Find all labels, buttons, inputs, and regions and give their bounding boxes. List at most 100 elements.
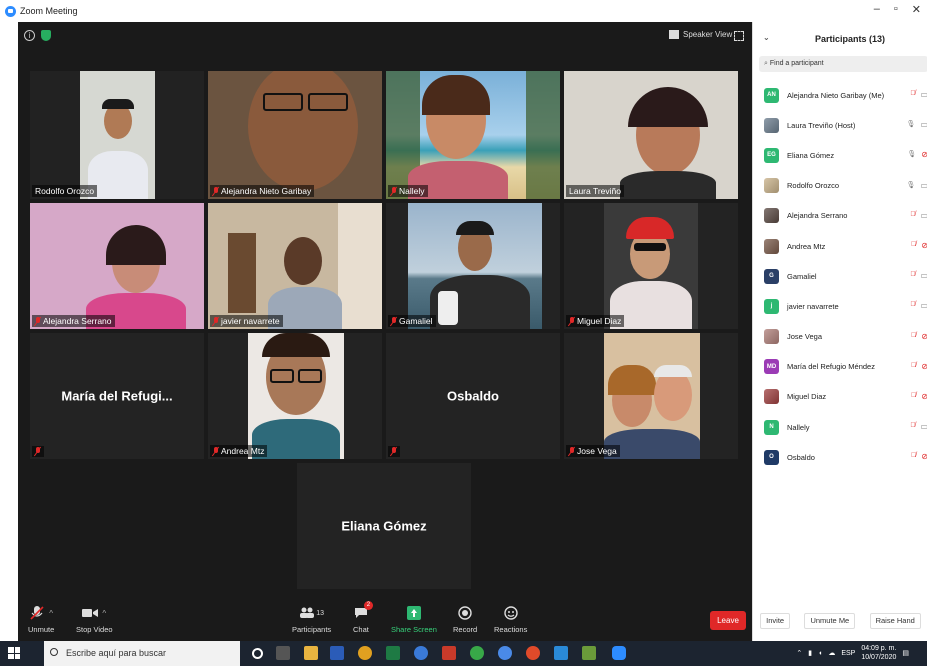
participants-button[interactable]: 13 Participants xyxy=(292,604,331,634)
video-off-icon[interactable]: ⊘ xyxy=(921,392,927,401)
restore-icon[interactable]: ▫ xyxy=(894,3,898,16)
video-tile[interactable]: Miguel Diaz xyxy=(564,203,738,329)
invite-button[interactable]: Invite xyxy=(760,613,791,629)
stop-video-button[interactable]: ^ Stop Video xyxy=(76,604,113,635)
video-camera-icon[interactable]: ▭ xyxy=(920,301,927,310)
photos-icon[interactable] xyxy=(554,646,568,660)
whatsapp-icon[interactable] xyxy=(470,646,484,660)
mic-muted-icon[interactable]: 🎙̸ xyxy=(911,332,916,341)
video-tile[interactable]: Jose Vega xyxy=(564,333,738,459)
participant-row[interactable]: Laura Treviño (Host) 🎙 ▭ xyxy=(753,110,927,140)
mic-icon[interactable]: 🎙 xyxy=(907,120,916,129)
cortana-icon[interactable] xyxy=(252,648,263,659)
minimize-icon[interactable]: – xyxy=(874,3,880,16)
zoom-taskbar-icon[interactable] xyxy=(612,646,626,660)
mic-muted-icon[interactable]: 🎙̸ xyxy=(910,211,915,220)
video-off-icon[interactable]: ⊘ xyxy=(921,362,927,371)
unmute-me-button[interactable]: Unmute Me xyxy=(804,613,856,629)
participant-row[interactable]: G Gamaliel 🎙̸ ▭ xyxy=(753,261,927,291)
onedrive-icon[interactable]: ☁ xyxy=(828,649,835,657)
raise-hand-button[interactable]: Raise Hand xyxy=(869,613,921,629)
participant-status: 🎙̸ ▭ xyxy=(910,211,927,220)
mic-muted-icon[interactable]: 🎙̸ xyxy=(910,90,915,99)
video-camera-icon[interactable]: ▭ xyxy=(920,181,927,190)
mic-muted-icon[interactable]: 🎙̸ xyxy=(911,362,916,371)
video-tile[interactable]: Gamaliel xyxy=(386,203,560,329)
taskbar-search-box[interactable]: Escribe aquí para buscar xyxy=(44,641,240,666)
mic-muted-icon xyxy=(569,446,575,456)
tray-chevron-icon[interactable]: ⌃ xyxy=(796,649,802,657)
info-icon[interactable]: i xyxy=(24,30,35,41)
windows-start-icon[interactable] xyxy=(8,647,20,659)
video-camera-icon[interactable]: ▭ xyxy=(920,422,927,431)
mic-muted-icon[interactable]: 🎙̸ xyxy=(910,422,915,431)
participant-row[interactable]: Alejandra Serrano 🎙̸ ▭ xyxy=(753,201,927,231)
participant-row[interactable]: AN Alejandra Nieto Garibay (Me) 🎙̸ ▭ xyxy=(753,80,927,110)
participant-row[interactable]: EG Eliana Gómez 🎙 ⊘ xyxy=(753,140,927,170)
collapse-chevron-icon[interactable]: ⌄ xyxy=(763,33,770,42)
mic-muted-icon[interactable]: 🎙̸ xyxy=(910,301,915,310)
video-off-icon[interactable]: ⊘ xyxy=(921,150,927,159)
excel-icon[interactable] xyxy=(386,646,400,660)
video-camera-icon[interactable]: ▭ xyxy=(920,271,927,280)
video-tile-camera-off[interactable]: María del Refugi... xyxy=(30,333,204,459)
find-participant-input[interactable]: ⌕ Find a participant xyxy=(759,56,927,72)
paint-icon[interactable] xyxy=(582,646,596,660)
participant-row[interactable]: MD María del Refugio Méndez 🎙̸ ⊘ xyxy=(753,352,927,382)
mic-icon[interactable]: 🎙 xyxy=(907,150,916,159)
participant-status: 🎙 ⊘ xyxy=(907,150,927,159)
video-tile-active-speaker[interactable]: Laura Treviño xyxy=(564,71,738,199)
word-icon[interactable] xyxy=(330,646,344,660)
mic-muted-icon[interactable]: 🎙̸ xyxy=(911,452,916,461)
volume-icon[interactable]: ◖ xyxy=(818,650,822,657)
video-tile[interactable]: Alejandra Nieto Garibay xyxy=(208,71,382,199)
participant-row[interactable]: Andrea Mtz 🎙̸ ⊘ xyxy=(753,231,927,261)
edge-icon[interactable] xyxy=(414,646,428,660)
video-camera-icon[interactable]: ▭ xyxy=(920,120,927,129)
participant-row[interactable]: N Nallely 🎙̸ ▭ xyxy=(753,412,927,442)
chat-unread-badge: 2 xyxy=(363,601,373,610)
acrobat-icon[interactable] xyxy=(442,646,456,660)
participant-row[interactable]: Jose Vega 🎙̸ ⊘ xyxy=(753,322,927,352)
video-tile[interactable]: Andrea Mtz xyxy=(208,333,382,459)
video-tile[interactable]: Nallely xyxy=(386,71,560,199)
mic-muted-icon[interactable]: 🎙̸ xyxy=(911,392,916,401)
video-tile[interactable]: javier navarrete xyxy=(208,203,382,329)
mic-muted-icon[interactable]: 🎙̸ xyxy=(910,271,915,280)
video-camera-icon[interactable]: ▭ xyxy=(920,211,927,220)
chat-button[interactable]: 2 Chat xyxy=(353,601,373,634)
video-camera-icon[interactable]: ▭ xyxy=(920,90,927,99)
language-indicator[interactable]: ESP xyxy=(841,650,855,657)
chrome-icon[interactable] xyxy=(358,646,372,660)
participant-row[interactable]: Miguel Diaz 🎙̸ ⊘ xyxy=(753,382,927,412)
video-off-icon[interactable]: ⊘ xyxy=(921,241,927,250)
video-tile[interactable]: Alejandra Serrano xyxy=(30,203,204,329)
video-off-icon[interactable]: ⊘ xyxy=(921,332,927,341)
fullscreen-icon[interactable] xyxy=(734,31,744,41)
unmute-button[interactable]: ^ Unmute xyxy=(28,604,54,634)
participant-row[interactable]: O Osbaldo 🎙̸ ⊘ xyxy=(753,442,927,472)
mic-muted-icon[interactable]: 🎙̸ xyxy=(911,241,916,250)
participant-name: Andrea Mtz xyxy=(787,241,826,251)
share-screen-button[interactable]: Share Screen xyxy=(391,604,437,634)
mic-icon[interactable]: 🎙 xyxy=(907,181,916,190)
record-button[interactable]: Record xyxy=(453,604,477,634)
browser-icon[interactable] xyxy=(498,646,512,660)
video-off-icon[interactable]: ⊘ xyxy=(921,452,927,461)
reactions-button[interactable]: Reactions xyxy=(494,604,527,634)
close-icon[interactable]: ✕ xyxy=(912,3,921,16)
participant-row[interactable]: Rodolfo Orozco 🎙 ▭ xyxy=(753,171,927,201)
participant-row[interactable]: j javier navarrete 🎙̸ ▭ xyxy=(753,291,927,321)
security-shield-icon[interactable] xyxy=(41,30,51,41)
video-tile[interactable]: Rodolfo Orozco xyxy=(30,71,204,199)
app-icon[interactable] xyxy=(526,646,540,660)
notifications-icon[interactable]: ▤ xyxy=(902,649,909,657)
video-tile-camera-off[interactable]: Eliana Gómez xyxy=(297,463,471,589)
video-tile-camera-off[interactable]: Osbaldo xyxy=(386,333,560,459)
leave-meeting-button[interactable]: Leave xyxy=(710,611,746,630)
taskbar-clock[interactable]: 04:09 p. m. 10/07/2020 xyxy=(861,644,896,662)
file-explorer-icon[interactable] xyxy=(304,646,318,660)
network-icon[interactable]: ▮ xyxy=(808,649,812,657)
task-view-icon[interactable] xyxy=(276,646,290,660)
speaker-view-button[interactable]: Speaker View xyxy=(669,30,732,39)
